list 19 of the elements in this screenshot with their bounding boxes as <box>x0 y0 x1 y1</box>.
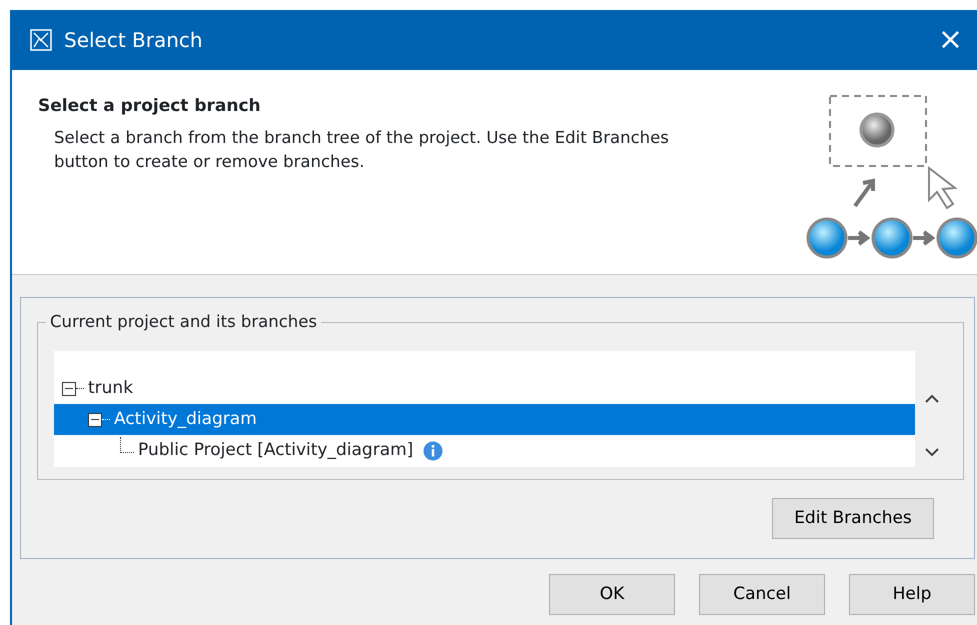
dialog-button[interactable]: Help <box>849 574 975 615</box>
dialog-button[interactable]: OK <box>549 574 675 615</box>
header-description: Select a branch from the branch tree of the project. Use the Edit Branches button to create or remove branches. <box>54 127 670 174</box>
collapse-icon[interactable] <box>62 382 76 396</box>
app-icon <box>30 29 52 51</box>
header-title: Select a project branch <box>38 96 262 116</box>
tree-row[interactable]: Activity_diagram <box>54 404 916 435</box>
edit-branches-button[interactable]: Edit Branches <box>772 498 934 539</box>
collapse-icon[interactable] <box>88 412 102 426</box>
close-button[interactable]: × <box>938 25 963 55</box>
tree-row[interactable]: Public Project [Activity_diagram] <box>54 435 916 466</box>
branch-label: Activity_diagram <box>114 408 257 431</box>
scroll-down-icon[interactable] <box>925 448 940 456</box>
dialog-button[interactable]: Cancel <box>699 574 825 615</box>
window-title: Select Branch <box>64 27 203 54</box>
branch-label: trunk <box>88 376 134 400</box>
tree-row[interactable]: trunk <box>54 373 916 404</box>
branch-label: Public Project [Activity_diagram] <box>138 438 414 462</box>
scroll-up-icon[interactable] <box>925 394 940 402</box>
